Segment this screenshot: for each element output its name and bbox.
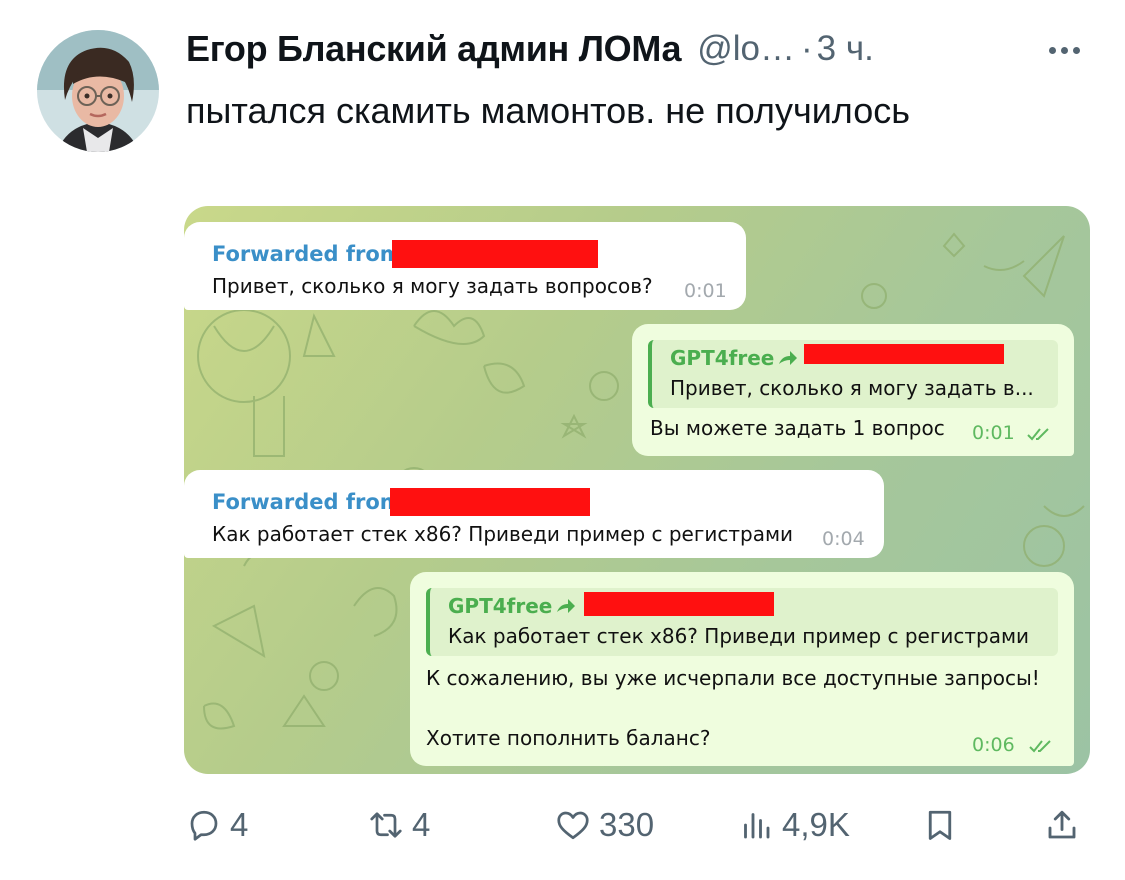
message-text-line2: Хотите пополнить баланс? bbox=[426, 726, 711, 750]
message-time: 0:01 bbox=[972, 422, 1015, 444]
bookmark-button[interactable] bbox=[922, 800, 958, 850]
retweet-button[interactable]: 4 bbox=[368, 800, 430, 850]
forwarded-from-label: Forwarded from bbox=[212, 490, 402, 514]
views-icon bbox=[744, 813, 770, 839]
reply-quote[interactable]: GPT4free Как работает стек x86? Приведи … bbox=[426, 588, 1058, 656]
more-icon[interactable] bbox=[1040, 30, 1088, 70]
like-button[interactable]: 330 bbox=[555, 800, 654, 850]
chat-message-incoming[interactable]: Forwarded from Привет, сколько я могу за… bbox=[184, 222, 746, 310]
redacted-name bbox=[390, 488, 590, 516]
tweet-time[interactable]: 3 ч. bbox=[817, 29, 874, 69]
chat-message-outgoing[interactable]: GPT4free Как работает стек x86? Приведи … bbox=[410, 572, 1074, 766]
tweet-header: Егор Бланский админ ЛОМа @lo… · 3 ч. bbox=[186, 26, 874, 72]
chat-message-outgoing[interactable]: GPT4free Привет, сколько я могу задать в… bbox=[632, 324, 1074, 456]
chat-message-incoming[interactable]: Forwarded from Как работает стек x86? Пр… bbox=[184, 470, 884, 558]
double-check-icon bbox=[1027, 428, 1049, 441]
message-text-line1: К сожалению, вы уже исчерпали все доступ… bbox=[426, 666, 1040, 690]
message-text: Вы можете задать 1 вопрос bbox=[650, 416, 945, 440]
bookmark-icon bbox=[928, 810, 952, 840]
tweet-text: пытался скамить мамонтов. не получилось bbox=[186, 90, 910, 131]
author-name[interactable]: Егор Бланский админ ЛОМа bbox=[186, 28, 682, 70]
redacted-name bbox=[804, 344, 1004, 364]
forward-arrow-icon bbox=[557, 599, 575, 613]
share-button[interactable] bbox=[1044, 800, 1080, 850]
like-icon bbox=[557, 811, 589, 840]
separator-dot: · bbox=[801, 29, 813, 68]
message-text: Привет, сколько я могу задать вопросов? bbox=[212, 274, 653, 298]
reply-button[interactable]: 4 bbox=[186, 800, 248, 850]
views-button[interactable]: 4,9K bbox=[738, 800, 850, 850]
retweet-count: 4 bbox=[412, 806, 431, 843]
reply-author: GPT4free bbox=[448, 594, 553, 618]
message-time: 0:04 bbox=[822, 528, 865, 550]
tweet-actions: 4 4 330 4,9K bbox=[0, 800, 1125, 850]
reply-text: Как работает стек x86? Приведи пример с … bbox=[448, 624, 1030, 648]
share-icon bbox=[1048, 810, 1076, 839]
reply-text: Привет, сколько я могу задать в... bbox=[670, 376, 1034, 400]
screenshot-media[interactable]: Forwarded from Привет, сколько я могу за… bbox=[184, 206, 1090, 774]
message-time: 0:01 bbox=[684, 280, 727, 302]
views-count: 4,9K bbox=[782, 806, 850, 843]
redacted-name bbox=[392, 240, 598, 268]
double-check-icon bbox=[1029, 740, 1051, 753]
redacted-name bbox=[584, 592, 774, 616]
reply-count: 4 bbox=[230, 806, 249, 843]
reply-quote[interactable]: GPT4free Привет, сколько я могу задать в… bbox=[648, 340, 1058, 408]
retweet-icon bbox=[370, 812, 402, 838]
avatar[interactable] bbox=[37, 30, 159, 152]
reply-icon bbox=[190, 810, 218, 841]
forward-arrow-icon bbox=[779, 351, 797, 365]
forwarded-from-label: Forwarded from bbox=[212, 242, 402, 266]
reply-author: GPT4free bbox=[670, 346, 775, 370]
avatar-image bbox=[37, 30, 159, 152]
message-text: Как работает стек x86? Приведи пример с … bbox=[212, 522, 794, 546]
like-count: 330 bbox=[599, 806, 655, 843]
author-handle[interactable]: @lo… bbox=[697, 29, 795, 69]
message-time: 0:06 bbox=[972, 734, 1015, 756]
